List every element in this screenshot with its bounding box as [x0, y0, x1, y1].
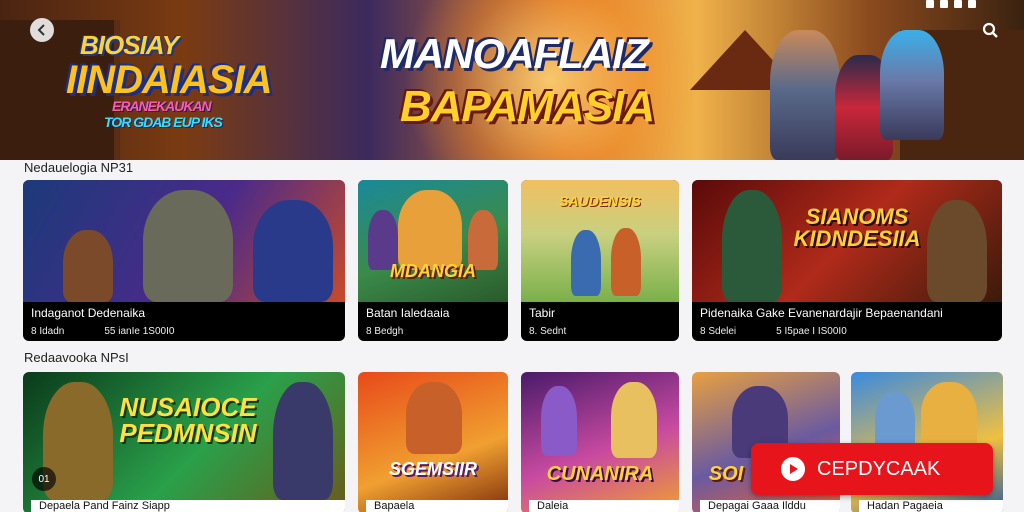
game-card-title: Batan Ialedaaia — [366, 306, 450, 320]
game-card-meta-right: 55 ianIe 1S00I0 — [104, 326, 175, 337]
hero-title-left-line4: TOR GDAB EUP IKS — [104, 114, 223, 130]
search-icon — [982, 22, 998, 38]
game-card-meta-left: 8 Idadn — [31, 326, 65, 337]
game-card-4[interactable]: SIANOMS KIDNDESIIA Pidenaika Gake Evanen… — [692, 180, 1002, 341]
arrow-left-icon — [37, 24, 45, 36]
game-card-art-title: SIANOMS KIDNDESIIA — [793, 204, 921, 251]
game-card-title: Daleia — [529, 500, 679, 512]
game-card-meta-left: 8. Sednt — [529, 326, 567, 337]
app-screen: BIOSIAY IINDAIASIA ERANEKAUKAN TOR GDAB … — [0, 0, 1024, 512]
game-card-3[interactable]: SAUDENSIS Tabir 8. Sednt — [521, 180, 679, 341]
game-card-info: Indaganot Dedenaika 8 Idadn 55 ianIe 1S00… — [23, 302, 345, 341]
hero-character-blue-hair — [880, 30, 944, 140]
game-card-title: Tabir — [529, 306, 556, 320]
game-card-art-title: SAUDENSIS — [559, 193, 641, 209]
game-card-title: Depagai Gaaa Ilddu — [700, 500, 840, 512]
game-card-art: SAUDENSIS — [521, 180, 679, 302]
cta-button[interactable]: CEPDYCAAK — [751, 443, 993, 495]
game-card-info: Tabir 8. Sednt — [521, 302, 679, 341]
game-card-meta-right: 5 I5pae I IS00I0 — [776, 326, 847, 337]
game-card-1[interactable]: Indaganot Dedenaika 8 Idadn 55 ianIe 1S00… — [23, 180, 345, 341]
hero-glow — [380, 0, 720, 160]
game-card-title: Hadan Pagaeia — [859, 500, 1003, 512]
game-card-meta-left: 8 Bedgh — [366, 326, 404, 337]
game-card-art-title: MDANGIA — [390, 261, 476, 281]
game-card-title: Bapaela — [366, 500, 508, 512]
search-button[interactable] — [980, 20, 1004, 44]
hero-banner[interactable]: BIOSIAY IINDAIASIA ERANEKAUKAN TOR GDAB … — [0, 0, 1024, 160]
game-card-info: Pidenaika Gake Evanenardajir Bepaenandan… — [692, 302, 1002, 341]
hero-title-center-line1: MANOAFLAIZ — [380, 30, 649, 77]
game-card-row2-3[interactable]: CUNANIRA Daleia — [521, 372, 679, 512]
game-card-art: SIANOMS KIDNDESIIA — [692, 180, 1002, 302]
play-icon — [781, 457, 805, 481]
status-bar-icons — [926, 0, 976, 10]
section-label-1: Nedauelogia NP31 — [24, 160, 134, 175]
game-card-art: MDANGIA — [358, 180, 508, 302]
game-card-2[interactable]: MDANGIA Batan Ialedaaia 8 Bedgh — [358, 180, 508, 341]
cta-label: CEPDYCAAK — [817, 457, 941, 480]
hero-title-left-line3: ERANEKAUKAN — [112, 98, 212, 114]
game-card-art-title: CUNANIRA — [546, 463, 654, 485]
game-card-title: Pidenaika Gake Evanenardajir Bepaenandan… — [700, 306, 943, 320]
hero-title-left-line1: BIOSIAY — [80, 30, 179, 60]
game-card-title: Depaela Pand Fainz Siapp — [31, 500, 345, 512]
game-card-title: Indaganot Dedenaika — [31, 306, 146, 320]
section-label-2: Redaavooka NPsI — [24, 350, 129, 365]
game-card-meta-left: 8 Sdelei — [700, 326, 737, 337]
hero-character-warrior — [770, 30, 840, 160]
hero-title-left-line2: IINDAIASIA — [66, 58, 273, 102]
game-card-art-title: SGEMSIIR — [388, 459, 477, 479]
game-card-row2-2[interactable]: SGEMSIIR Bapaela — [358, 372, 508, 512]
hero-title-center-line2: BAPAMASIA — [400, 82, 655, 131]
game-card-art — [23, 180, 345, 302]
game-card-info: Batan Ialedaaia 8 Bedgh — [358, 302, 508, 341]
game-card-art-title: NUSAIOCE PEDMNSIN — [119, 392, 257, 448]
video-timer-badge[interactable]: 01 — [32, 467, 56, 491]
back-button[interactable] — [30, 18, 54, 42]
game-card-row2-1[interactable]: NUSAIOCE PEDMNSIN Depaela Pand Fainz Sia… — [23, 372, 345, 512]
